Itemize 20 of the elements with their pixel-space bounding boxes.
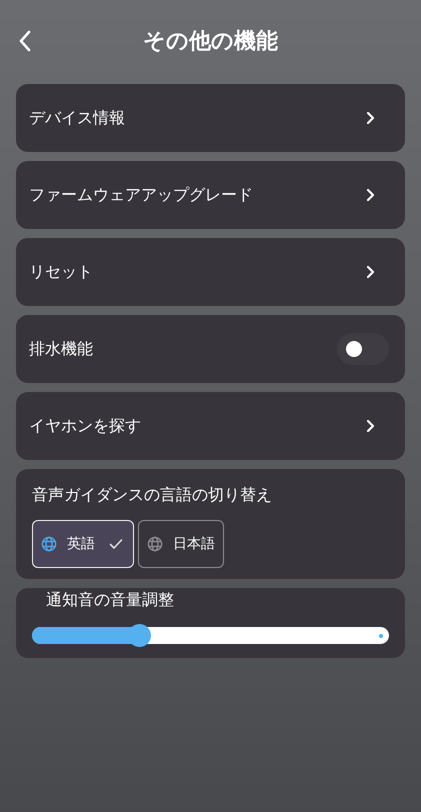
volume-slider[interactable] bbox=[32, 627, 389, 644]
chevron-right-icon bbox=[366, 419, 375, 433]
chevron-right-icon bbox=[366, 188, 375, 202]
menu-item[interactable]: デバイス情報 bbox=[16, 84, 405, 152]
language-title: 音声ガイダンスの言語の切り替え bbox=[32, 485, 273, 506]
back-icon[interactable] bbox=[18, 30, 32, 52]
toggle-switch[interactable] bbox=[337, 333, 389, 365]
toggle-label: 排水機能 bbox=[29, 338, 93, 360]
menu-item[interactable]: リセット bbox=[16, 238, 405, 306]
chevron-right-icon bbox=[366, 111, 375, 125]
language-option[interactable]: 英語 bbox=[32, 520, 134, 568]
page-title: その他の機能 bbox=[143, 28, 278, 56]
menu-item[interactable]: ファームウェアアップグレード bbox=[16, 161, 405, 229]
check-icon bbox=[109, 538, 123, 550]
language-option[interactable]: 日本語 bbox=[138, 520, 224, 568]
chevron-right-icon bbox=[366, 265, 375, 279]
menu-item[interactable]: イヤホンを探す bbox=[16, 392, 405, 460]
globe-icon bbox=[41, 536, 57, 552]
globe-icon bbox=[147, 536, 163, 552]
volume-title: 通知音の音量調整 bbox=[45, 589, 175, 611]
